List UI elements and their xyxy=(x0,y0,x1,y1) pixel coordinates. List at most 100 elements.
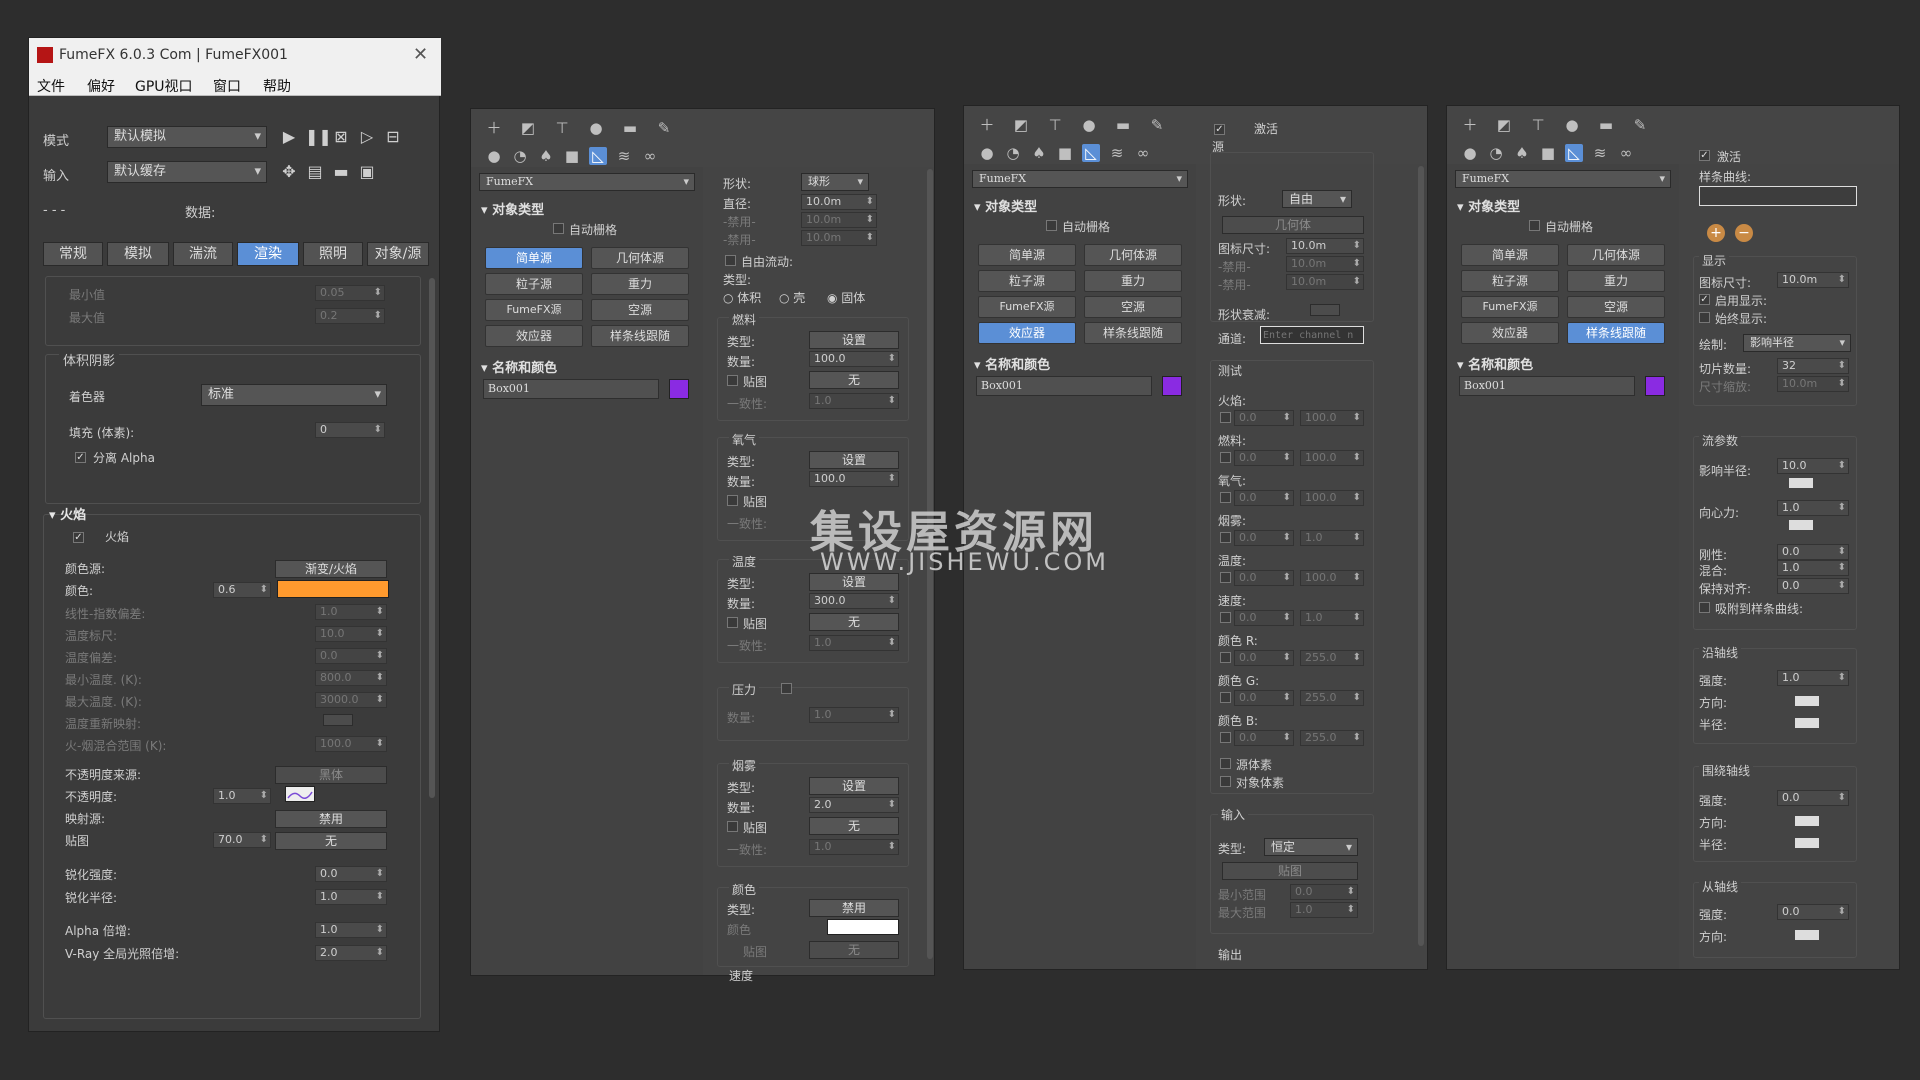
sharpen-radius-spinner[interactable]: 1.0 xyxy=(315,889,387,905)
lights-icon[interactable]: ♠ xyxy=(1030,144,1048,162)
along-direction-curve[interactable] xyxy=(1795,696,1819,706)
spline-follow-button[interactable]: 样条线跟随 xyxy=(591,325,689,347)
utilities-icon[interactable]: ✎ xyxy=(1148,116,1166,134)
effector-button[interactable]: 效应器 xyxy=(1461,322,1559,344)
disabled-spinner[interactable]: 10.0m xyxy=(801,212,877,228)
continue-icon[interactable]: ▷ xyxy=(357,127,377,147)
attract-to-spline-checkbox[interactable] xyxy=(1699,602,1710,613)
smoke-amount-spinner[interactable]: 2.0 xyxy=(809,797,899,813)
auto-grid-checkbox[interactable] xyxy=(553,223,564,234)
hierarchy-icon[interactable]: ⊤ xyxy=(1529,116,1547,134)
menu-file[interactable]: 文件 xyxy=(37,76,65,96)
fuel-map-checkbox[interactable] xyxy=(727,375,738,386)
from-direction-curve[interactable] xyxy=(1795,930,1819,940)
object-type-rollout[interactable]: ▾ 对象类型 xyxy=(974,196,1037,215)
always-display-checkbox[interactable] xyxy=(1699,312,1710,323)
cache-icon[interactable]: ▤ xyxy=(305,162,325,182)
play-icon[interactable]: ▶ xyxy=(279,127,299,147)
panel2-scrollbar[interactable] xyxy=(1418,166,1424,946)
cameras-icon[interactable]: ■ xyxy=(1539,144,1557,162)
vray-gi-multiplier-spinner[interactable]: 2.0 xyxy=(315,945,387,961)
close-icon[interactable]: ✕ xyxy=(413,44,428,65)
enable-display-checkbox[interactable]: ✓ xyxy=(1699,294,1710,305)
fuel-amount-spinner[interactable]: 100.0 xyxy=(809,351,899,367)
tab-general[interactable]: 常规 xyxy=(43,242,103,266)
size-scale-spinner[interactable]: 10.0m xyxy=(1777,376,1849,392)
effector-button[interactable]: 效应器 xyxy=(485,325,583,347)
name-color-rollout[interactable]: ▾ 名称和颜色 xyxy=(1457,354,1533,373)
motion-icon[interactable]: ● xyxy=(1563,116,1581,134)
motion-icon[interactable]: ● xyxy=(587,119,605,137)
name-color-rollout[interactable]: ▾ 名称和颜色 xyxy=(974,354,1050,373)
fire-row-spinner[interactable]: 800.0 xyxy=(315,670,387,686)
channel-input[interactable] xyxy=(1260,326,1364,344)
systems-icon[interactable]: ∞ xyxy=(1617,144,1635,162)
opacity-source-button[interactable]: 黑体 xyxy=(275,766,387,784)
mode-select[interactable]: 默认模拟 xyxy=(107,126,267,148)
free-flow-checkbox[interactable] xyxy=(725,255,736,266)
active-checkbox[interactable]: ✓ xyxy=(1214,124,1225,135)
test-row-checkbox[interactable] xyxy=(1220,452,1231,463)
tab-objects-sources[interactable]: 对象/源 xyxy=(367,242,429,266)
centripetal-curve-button[interactable] xyxy=(1789,520,1813,530)
test-row-low-spinner[interactable]: 0.0 xyxy=(1234,450,1294,466)
influence-curve-button[interactable] xyxy=(1789,478,1813,488)
opacity-spinner[interactable]: 1.0 xyxy=(213,788,271,804)
object-voxel-checkbox[interactable] xyxy=(1220,776,1231,787)
helpers-icon[interactable]: ◺ xyxy=(589,147,607,165)
source-voxel-checkbox[interactable] xyxy=(1220,758,1231,769)
cameras-icon[interactable]: ■ xyxy=(563,147,581,165)
category-select[interactable]: FumeFX xyxy=(972,170,1188,188)
cameras-icon[interactable]: ■ xyxy=(1056,144,1074,162)
pick-icon[interactable]: ✥ xyxy=(279,162,299,182)
smoke-consistency-spinner[interactable]: 1.0 xyxy=(809,839,899,855)
map-button[interactable]: 无 xyxy=(275,832,387,850)
opacity-curve-icon[interactable] xyxy=(285,786,315,802)
fire-enable-checkbox[interactable]: ✓ xyxy=(73,532,84,543)
geometry-icon[interactable]: ● xyxy=(485,147,503,165)
disabled-spinner[interactable]: 10.0m xyxy=(1286,256,1364,272)
temp-amount-spinner[interactable]: 300.0 xyxy=(809,593,899,609)
smoke-map-button[interactable]: 无 xyxy=(809,817,899,835)
folder-icon[interactable]: ▬ xyxy=(331,162,351,182)
pause-icon[interactable]: ❚❚ xyxy=(305,127,332,147)
from-strength-spinner[interactable]: 0.0 xyxy=(1777,904,1849,920)
fuel-map-button[interactable]: 无 xyxy=(809,371,899,389)
test-row-checkbox[interactable] xyxy=(1220,652,1231,663)
smoke-type-button[interactable]: 设置 xyxy=(809,777,899,795)
test-row-low-spinner[interactable]: 0.0 xyxy=(1234,570,1294,586)
pressure-amount-spinner[interactable]: 1.0 xyxy=(809,707,899,723)
simple-source-button[interactable]: 简单源 xyxy=(1461,244,1559,266)
spacewarps-icon[interactable]: ≋ xyxy=(1591,144,1609,162)
along-strength-spinner[interactable]: 1.0 xyxy=(1777,670,1849,686)
geometry-source-button[interactable]: 几何体源 xyxy=(1567,244,1665,266)
spacewarps-icon[interactable]: ≋ xyxy=(615,147,633,165)
temp-consistency-spinner[interactable]: 1.0 xyxy=(809,635,899,651)
test-row-high-spinner[interactable]: 100.0 xyxy=(1300,450,1364,466)
color-type-button[interactable]: 禁用 xyxy=(809,899,899,917)
test-row-low-spinner[interactable]: 0.0 xyxy=(1234,650,1294,666)
test-row-low-spinner[interactable]: 0.0 xyxy=(1234,730,1294,746)
object-type-rollout[interactable]: ▾ 对象类型 xyxy=(481,199,544,218)
temp-map-button[interactable]: 无 xyxy=(809,613,899,631)
pressure-checkbox[interactable] xyxy=(781,683,792,694)
test-row-high-spinner[interactable]: 1.0 xyxy=(1300,530,1364,546)
auto-grid-checkbox[interactable] xyxy=(1046,220,1057,231)
category-select[interactable]: FumeFX xyxy=(1455,170,1671,188)
fire-row-spinner[interactable]: 10.0 xyxy=(315,626,387,642)
object-name-field[interactable]: Box001 xyxy=(1459,376,1635,396)
fumefx-scrollbar[interactable] xyxy=(429,278,435,798)
disabled-spinner[interactable]: 10.0m xyxy=(1286,274,1364,290)
spline-follow-button[interactable]: 样条线跟随 xyxy=(1567,322,1665,344)
test-row-high-spinner[interactable]: 100.0 xyxy=(1300,490,1364,506)
object-type-rollout[interactable]: ▾ 对象类型 xyxy=(1457,196,1520,215)
gravity-button[interactable]: 重力 xyxy=(1567,270,1665,292)
color-value-swatch[interactable] xyxy=(827,919,899,935)
geometry-button[interactable]: 几何体 xyxy=(1222,216,1364,234)
display-icon[interactable]: ▬ xyxy=(1597,116,1615,134)
test-row-high-spinner[interactable]: 255.0 xyxy=(1300,650,1364,666)
max-range-spinner[interactable]: 1.0 xyxy=(1290,902,1358,918)
simple-source-button[interactable]: 简单源 xyxy=(978,244,1076,266)
smoke-map-checkbox[interactable] xyxy=(727,821,738,832)
type-shell-radio[interactable]: ○ 壳 xyxy=(779,289,805,306)
